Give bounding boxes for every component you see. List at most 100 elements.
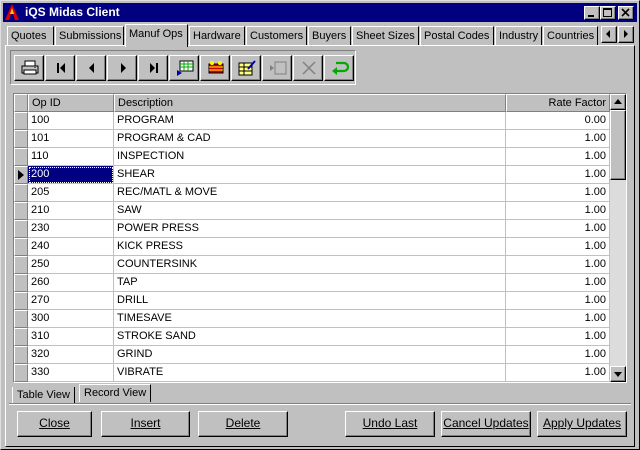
maximize-button[interactable]: [600, 6, 616, 20]
title-bar[interactable]: iQS Midas Client: [3, 3, 637, 22]
tab-industry[interactable]: Industry: [495, 26, 542, 46]
cell-description[interactable]: DRILL: [114, 292, 506, 310]
row-indicator[interactable]: [14, 364, 28, 382]
cell-op-id[interactable]: 260: [28, 274, 114, 292]
cell-op-id[interactable]: 100: [28, 112, 114, 130]
post-record-button[interactable]: [262, 55, 292, 81]
row-indicator[interactable]: [14, 202, 28, 220]
cell-description[interactable]: COUNTERSINK: [114, 256, 506, 274]
cell-description[interactable]: KICK PRESS: [114, 238, 506, 256]
cell-description[interactable]: STROKE SAND: [114, 328, 506, 346]
tab-scroll-left-button[interactable]: [601, 26, 617, 43]
table-row[interactable]: 200 SHEAR 1.00: [14, 166, 610, 184]
column-header-rate-factor[interactable]: Rate Factor: [506, 94, 610, 112]
cell-rate-factor[interactable]: 1.00: [506, 184, 610, 202]
tab-postal-codes[interactable]: Postal Codes: [420, 26, 494, 46]
cell-op-id[interactable]: 240: [28, 238, 114, 256]
cell-rate-factor[interactable]: 1.00: [506, 364, 610, 382]
edit-table-button[interactable]: [231, 55, 261, 81]
row-indicator[interactable]: [14, 328, 28, 346]
apply-updates-button[interactable]: Apply Updates: [537, 411, 627, 437]
cell-rate-factor[interactable]: 1.00: [506, 238, 610, 256]
row-indicator[interactable]: [14, 166, 28, 184]
tab-scroll-right-button[interactable]: [618, 26, 634, 43]
row-indicator[interactable]: [14, 292, 28, 310]
row-indicator[interactable]: [14, 148, 28, 166]
row-indicator[interactable]: [14, 220, 28, 238]
row-indicator[interactable]: [14, 130, 28, 148]
cell-rate-factor[interactable]: 1.00: [506, 274, 610, 292]
cell-rate-factor[interactable]: 1.00: [506, 166, 610, 184]
table-row[interactable]: 250 COUNTERSINK 1.00: [14, 256, 610, 274]
table-row[interactable]: 240 KICK PRESS 1.00: [14, 238, 610, 256]
table-row[interactable]: 101 PROGRAM & CAD 1.00: [14, 130, 610, 148]
row-indicator[interactable]: [14, 310, 28, 328]
tab-record-view[interactable]: Record View: [79, 384, 152, 402]
cell-description[interactable]: PROGRAM: [114, 112, 506, 130]
cell-description[interactable]: VIBRATE: [114, 364, 506, 382]
cell-op-id[interactable]: 230: [28, 220, 114, 238]
scroll-down-button[interactable]: [610, 366, 626, 382]
tab-customers[interactable]: Customers: [246, 26, 307, 46]
insert-button[interactable]: Insert: [101, 411, 190, 437]
cell-description[interactable]: POWER PRESS: [114, 220, 506, 238]
cell-rate-factor[interactable]: 1.00: [506, 130, 610, 148]
prior-record-button[interactable]: [76, 55, 106, 81]
refresh-button[interactable]: [324, 55, 354, 81]
cell-op-id[interactable]: 310: [28, 328, 114, 346]
cell-rate-factor[interactable]: 1.00: [506, 256, 610, 274]
cell-op-id[interactable]: 200: [28, 166, 114, 184]
cell-op-id[interactable]: 210: [28, 202, 114, 220]
minimize-button[interactable]: [584, 6, 600, 20]
table-row[interactable]: 100 PROGRAM 0.00: [14, 112, 610, 130]
table-row[interactable]: 320 GRIND 1.00: [14, 346, 610, 364]
cell-description[interactable]: REC/MATL & MOVE: [114, 184, 506, 202]
cell-description[interactable]: GRIND: [114, 346, 506, 364]
cell-rate-factor[interactable]: 0.00: [506, 112, 610, 130]
table-row[interactable]: 300 TIMESAVE 1.00: [14, 310, 610, 328]
table-row[interactable]: 310 STROKE SAND 1.00: [14, 328, 610, 346]
grid-vertical-scrollbar[interactable]: [610, 94, 626, 382]
column-header-description[interactable]: Description: [114, 94, 506, 112]
table-row[interactable]: 205 REC/MATL & MOVE 1.00: [14, 184, 610, 202]
cell-op-id[interactable]: 250: [28, 256, 114, 274]
cell-description[interactable]: INSPECTION: [114, 148, 506, 166]
table-row[interactable]: 330 VIBRATE 1.00: [14, 364, 610, 382]
close-button[interactable]: Close: [17, 411, 92, 437]
cell-description[interactable]: PROGRAM & CAD: [114, 130, 506, 148]
cell-description[interactable]: TIMESAVE: [114, 310, 506, 328]
cell-op-id[interactable]: 270: [28, 292, 114, 310]
cell-description[interactable]: SHEAR: [114, 166, 506, 184]
next-record-button[interactable]: [107, 55, 137, 81]
cell-rate-factor[interactable]: 1.00: [506, 202, 610, 220]
table-row[interactable]: 260 TAP 1.00: [14, 274, 610, 292]
tab-manuf-ops[interactable]: Manuf Ops: [125, 24, 188, 47]
cell-rate-factor[interactable]: 1.00: [506, 310, 610, 328]
delete-records-button[interactable]: [200, 55, 230, 81]
column-header-op-id[interactable]: Op ID: [28, 94, 114, 112]
tab-sheet-sizes[interactable]: Sheet Sizes: [352, 26, 419, 46]
table-row[interactable]: 210 SAW 1.00: [14, 202, 610, 220]
cell-op-id[interactable]: 330: [28, 364, 114, 382]
undo-last-button[interactable]: Undo Last: [345, 411, 435, 437]
cell-op-id[interactable]: 101: [28, 130, 114, 148]
first-record-button[interactable]: [45, 55, 75, 81]
cancel-edit-button[interactable]: [293, 55, 323, 81]
cell-rate-factor[interactable]: 1.00: [506, 328, 610, 346]
cell-op-id[interactable]: 300: [28, 310, 114, 328]
cell-rate-factor[interactable]: 1.00: [506, 292, 610, 310]
tab-countries[interactable]: Countries: [543, 26, 598, 46]
row-indicator[interactable]: [14, 256, 28, 274]
cell-op-id[interactable]: 320: [28, 346, 114, 364]
tab-quotes[interactable]: Quotes: [7, 26, 54, 46]
row-indicator[interactable]: [14, 184, 28, 202]
cell-op-id[interactable]: 110: [28, 148, 114, 166]
row-indicator[interactable]: [14, 112, 28, 130]
export-grid-button[interactable]: [169, 55, 199, 81]
delete-button[interactable]: Delete: [198, 411, 288, 437]
cell-description[interactable]: SAW: [114, 202, 506, 220]
last-record-button[interactable]: [138, 55, 168, 81]
cell-op-id[interactable]: 205: [28, 184, 114, 202]
row-indicator[interactable]: [14, 346, 28, 364]
manuf-ops-grid[interactable]: Op ID Description Rate Factor 100 PROGRAM…: [13, 93, 627, 383]
